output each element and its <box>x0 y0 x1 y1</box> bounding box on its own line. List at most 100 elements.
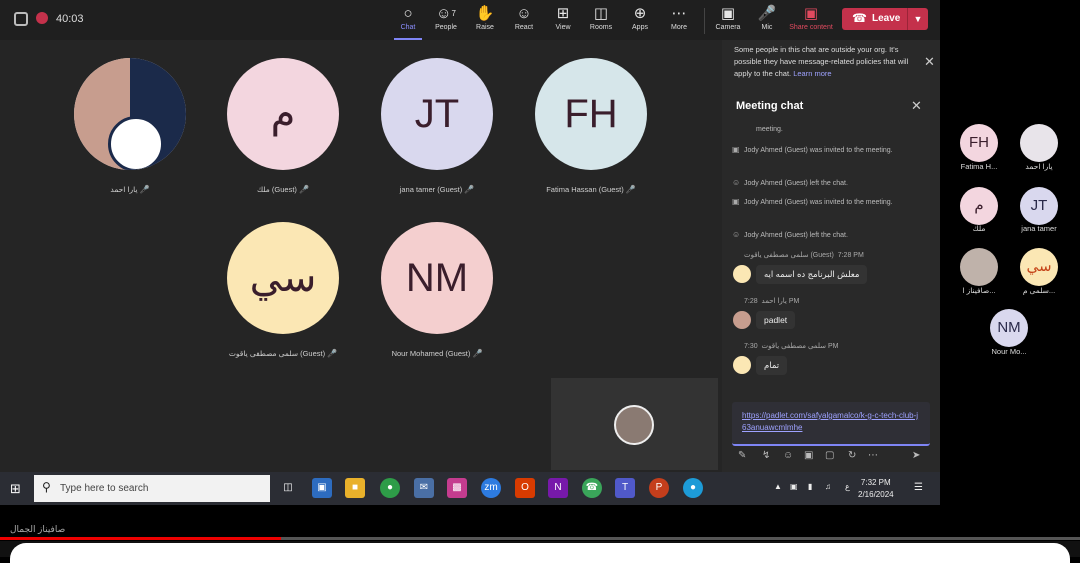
participant-name: سلمى م... <box>1022 286 1056 295</box>
file-explorer-icon[interactable]: ■ <box>345 478 365 498</box>
mic-off-icon: 🎤 <box>139 185 150 194</box>
react-button[interactable]: ☺ React <box>504 4 544 40</box>
close-chat-icon[interactable]: ✕ <box>911 98 922 114</box>
participant-name: صافيناز ا... <box>962 286 996 295</box>
mic-icon: 🎤 <box>757 5 777 22</box>
participant-tile[interactable]: NM <box>381 222 493 334</box>
system-message: ▣ Jody Ahmed (Guest) was invited to the m… <box>732 197 893 206</box>
video-caption: صافيناز الجمال <box>10 524 66 534</box>
participant-tile[interactable] <box>74 58 186 170</box>
more-button[interactable]: ⋯ More <box>659 4 699 40</box>
battery-icon[interactable]: ▮ <box>808 482 812 491</box>
participant-name: ملك <box>972 224 986 233</box>
hand-icon: ✋ <box>475 5 495 22</box>
app-icon[interactable]: ● <box>683 478 703 498</box>
sticker-icon[interactable]: ▢ <box>825 450 834 461</box>
share-icon: ▣ <box>803 5 819 22</box>
bottom-sheet-panel <box>10 543 1070 563</box>
mic-off-icon: 🎤 <box>299 185 309 194</box>
avatar[interactable]: م <box>960 187 998 225</box>
language-icon[interactable]: ع <box>845 482 850 491</box>
search-icon: ⚲ <box>42 480 51 494</box>
app-icon[interactable]: ▩ <box>447 478 467 498</box>
message-bubble: padlet <box>756 311 796 329</box>
participant-name: Nour Mo... <box>991 347 1027 356</box>
mic-button[interactable]: 🎤 Mic <box>747 4 787 40</box>
avatar[interactable] <box>960 248 998 286</box>
avatar[interactable]: NM <box>990 309 1028 347</box>
send-icon[interactable]: ➤ <box>912 450 920 461</box>
taskbar-search[interactable]: ⚲ Type here to search <box>34 475 270 502</box>
message-meta: سلمى مصطفى ياقوت (Guest) 7:28 PM <box>744 252 864 259</box>
people-button[interactable]: ☺7 People <box>426 4 466 40</box>
windows-start-icon[interactable]: ⊞ <box>10 481 21 497</box>
message-meta: سلمى مصطفى ياقوت 7:30 PM <box>744 343 839 350</box>
network-icon[interactable]: ▣ <box>790 482 798 491</box>
store-icon[interactable]: ▣ <box>312 478 332 498</box>
avatar <box>733 265 751 283</box>
avatar[interactable]: JT <box>1020 187 1058 225</box>
whatsapp-icon[interactable]: ☎ <box>582 478 602 498</box>
participant-name: Fatima H... <box>960 162 998 171</box>
task-view-icon[interactable]: ◫ <box>278 478 298 498</box>
chevron-up-icon[interactable]: ▲ <box>774 482 782 491</box>
leave-button[interactable]: ☎ Leave ▼ <box>842 8 928 30</box>
apps-button[interactable]: ⊕ Apps <box>620 4 660 40</box>
rooms-button[interactable]: ◫ Rooms <box>581 4 621 40</box>
toolbar-divider <box>704 8 705 34</box>
avatar[interactable]: سي <box>1020 248 1058 286</box>
rooms-icon: ◫ <box>593 5 609 22</box>
share-button[interactable]: ▣ Share content <box>786 4 836 40</box>
participant-name: سلمى مصطفى ياقوت (Guest) 🎤 <box>228 349 338 358</box>
message-bubble: معلش البرنامج ده اسمه ايه <box>756 265 868 284</box>
avatar <box>614 405 654 445</box>
raise-hand-button[interactable]: ✋ Raise <box>465 4 505 40</box>
compose-box[interactable]: https://padlet.com/safyalgamalco/k-g-c-t… <box>732 402 930 446</box>
participant-name: ملك (Guest) 🎤 <box>257 185 309 194</box>
chat-button[interactable]: ○ Chat <box>388 4 428 40</box>
office-icon[interactable]: O <box>515 478 535 498</box>
compose-link-text[interactable]: https://padlet.com/safyalgamalco/k-g-c-t… <box>742 410 922 434</box>
system-message: ☺ Jody Ahmed (Guest) left the chat. <box>732 178 848 187</box>
powerpoint-icon[interactable]: P <box>649 478 669 498</box>
onenote-icon[interactable]: N <box>548 478 568 498</box>
badge-logo <box>108 116 164 170</box>
participant-name: يارا احمد 🎤 <box>110 185 150 194</box>
external-org-notice: Some people in this chat are outside you… <box>734 45 909 78</box>
taskbar-clock[interactable]: 7:32 PM 2/16/2024 <box>858 477 894 501</box>
shield-icon <box>14 12 28 26</box>
learn-more-link[interactable]: Learn more <box>793 69 831 78</box>
zoom-icon[interactable]: zm <box>481 478 501 498</box>
participant-tile[interactable]: م <box>227 58 339 170</box>
mic-off-icon: 🎤 <box>327 349 338 358</box>
participant-tile[interactable]: FH <box>535 58 647 170</box>
loop-icon[interactable]: ↻ <box>848 450 856 461</box>
participant-tile[interactable]: JT <box>381 58 493 170</box>
system-message: ☺ Jody Ahmed (Guest) left the chat. <box>732 230 848 239</box>
view-button[interactable]: ⊞ View <box>543 4 583 40</box>
teams-icon[interactable]: T <box>615 478 635 498</box>
volume-icon[interactable]: ♫ <box>825 482 831 491</box>
camera-button[interactable]: ▣ Camera <box>708 4 748 40</box>
notification-icon[interactable]: ☰ <box>914 482 923 493</box>
chrome-icon[interactable]: ● <box>380 478 400 498</box>
participant-name: jana tamer (Guest) 🎤 <box>399 185 475 194</box>
mail-icon[interactable]: ✉ <box>414 478 434 498</box>
smile-icon: ☺ <box>516 5 532 22</box>
participant-name: Fatima Hassan (Guest) 🎤 <box>546 185 636 194</box>
mic-off-icon: 🎤 <box>472 349 483 358</box>
avatar[interactable]: FH <box>960 124 998 162</box>
participant-tile[interactable]: سي <box>227 222 339 334</box>
chevron-down-icon[interactable]: ▼ <box>907 8 928 30</box>
more-options-icon[interactable]: ⋯ <box>868 450 878 461</box>
format-icon[interactable]: ✎ <box>738 450 746 461</box>
leave-icon: ☺ <box>732 178 741 187</box>
phone-icon: ☎ <box>852 11 867 25</box>
participant-name: يارا احمد <box>1025 162 1053 171</box>
close-notice-icon[interactable]: ✕ <box>924 54 935 70</box>
attach-icon[interactable]: ↯ <box>762 450 770 461</box>
video-progress-fill <box>0 537 281 540</box>
avatar[interactable] <box>1020 124 1058 162</box>
gif-icon[interactable]: ▣ <box>804 450 813 461</box>
emoji-icon[interactable]: ☺ <box>783 450 793 461</box>
